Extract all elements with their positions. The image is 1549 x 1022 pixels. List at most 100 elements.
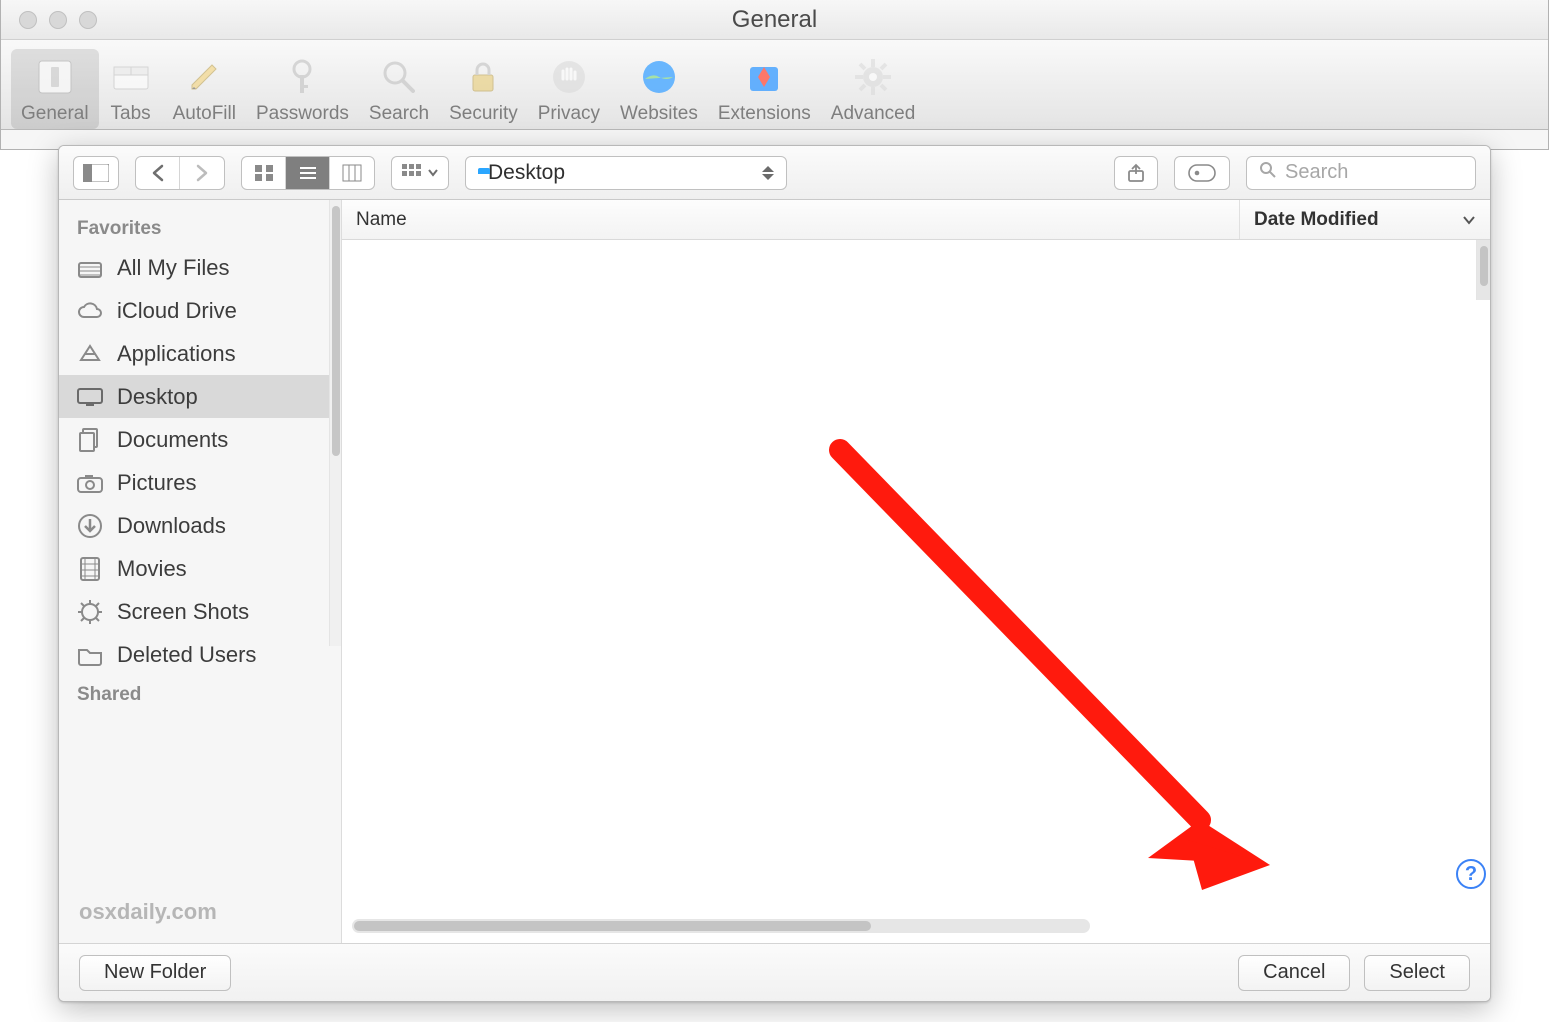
window-title: General	[1, 6, 1548, 34]
sidebar-item-icloud-drive[interactable]: iCloud Drive	[59, 289, 341, 332]
sidebar-item-deleted-users[interactable]: Deleted Users	[59, 633, 341, 676]
search-field[interactable]: Search	[1246, 156, 1476, 190]
prefs-tab-autofill[interactable]: AutoFill	[163, 49, 246, 129]
vertical-scrollbar[interactable]	[1476, 240, 1490, 300]
prefs-tab-label: Advanced	[831, 103, 916, 125]
view-list-button[interactable]	[286, 157, 330, 189]
watermark: osxdaily.com	[59, 885, 341, 943]
film-icon	[75, 554, 105, 584]
documents-icon	[75, 425, 105, 455]
pencil-icon	[182, 55, 226, 99]
sidebar-item-label: Applications	[117, 341, 236, 367]
search-icon	[1259, 161, 1277, 185]
prefs-tab-label: Search	[369, 103, 429, 125]
view-column-button[interactable]	[330, 157, 374, 189]
puzzle-icon	[742, 55, 786, 99]
cloud-icon	[75, 296, 105, 326]
open-panel-body: Favorites All My Files iCloud Drive Appl…	[59, 200, 1490, 943]
gear-icon	[851, 55, 895, 99]
close-window-button[interactable]	[19, 11, 37, 29]
prefs-tab-extensions[interactable]: Extensions	[708, 49, 821, 129]
prefs-tab-search[interactable]: Search	[359, 49, 439, 129]
sidebar-item-label: Pictures	[117, 470, 196, 496]
sidebar-item-label: Downloads	[117, 513, 226, 539]
open-panel: Desktop Search Favorites All My Files	[58, 145, 1491, 1002]
prefs-tab-advanced[interactable]: Advanced	[821, 49, 926, 129]
hand-icon	[547, 55, 591, 99]
prefs-tab-label: AutoFill	[173, 103, 236, 125]
location-popup[interactable]: Desktop	[465, 156, 787, 190]
minimize-window-button[interactable]	[49, 11, 67, 29]
file-list-body[interactable]: ?	[342, 240, 1490, 943]
column-header-label: Date Modified	[1254, 209, 1379, 231]
prefs-tab-label: Security	[449, 103, 518, 125]
sidebar-item-label: Deleted Users	[117, 642, 256, 668]
magnifier-icon	[377, 55, 421, 99]
sidebar-item-label: Documents	[117, 427, 228, 453]
open-panel-footer: New Folder Cancel Select	[59, 943, 1490, 1001]
prefs-tab-privacy[interactable]: Privacy	[528, 49, 610, 129]
sidebar-item-downloads[interactable]: Downloads	[59, 504, 341, 547]
column-header-label: Name	[356, 209, 407, 231]
sidebar-item-desktop[interactable]: Desktop	[59, 375, 341, 418]
sidebar-item-label: iCloud Drive	[117, 298, 237, 324]
sidebar-scrollbar[interactable]	[329, 200, 341, 646]
sidebar-item-label: Screen Shots	[117, 599, 249, 625]
traffic-lights	[1, 11, 97, 29]
nav-back-button[interactable]	[136, 157, 180, 189]
select-button[interactable]: Select	[1364, 955, 1470, 991]
preferences-tabs: General Tabs AutoFill Passwords Search	[1, 40, 1548, 130]
cancel-button[interactable]: Cancel	[1238, 955, 1350, 991]
sidebar-item-pictures[interactable]: Pictures	[59, 461, 341, 504]
columns-header: Name Date Modified	[342, 200, 1490, 240]
view-icon-button[interactable]	[242, 157, 286, 189]
sidebar-item-documents[interactable]: Documents	[59, 418, 341, 461]
sidebar-item-label: Desktop	[117, 384, 198, 410]
horizontal-scrollbar[interactable]	[352, 919, 1090, 933]
prefs-tab-security[interactable]: Security	[439, 49, 528, 129]
globe-icon	[637, 55, 681, 99]
search-placeholder: Search	[1285, 161, 1348, 184]
sidebar-toggle[interactable]	[73, 156, 119, 190]
share-button[interactable]	[1114, 156, 1158, 190]
applications-icon	[75, 339, 105, 369]
sidebar-heading-favorites: Favorites	[59, 210, 341, 246]
gear-folder-icon	[75, 597, 105, 627]
camera-icon	[75, 468, 105, 498]
titlebar: General	[1, 0, 1548, 40]
sidebar-item-movies[interactable]: Movies	[59, 547, 341, 590]
prefs-tab-tabs[interactable]: Tabs	[99, 49, 163, 129]
tags-button[interactable]	[1174, 156, 1230, 190]
new-folder-button[interactable]: New Folder	[79, 955, 231, 991]
column-header-name[interactable]: Name	[342, 200, 1240, 239]
nav-forward-button[interactable]	[180, 157, 224, 189]
download-icon	[75, 511, 105, 541]
general-icon	[33, 55, 77, 99]
prefs-tab-passwords[interactable]: Passwords	[246, 49, 359, 129]
column-header-date-modified[interactable]: Date Modified	[1240, 200, 1490, 239]
folder-icon	[75, 640, 105, 670]
sidebar-item-all-my-files[interactable]: All My Files	[59, 246, 341, 289]
zoom-window-button[interactable]	[79, 11, 97, 29]
prefs-tab-label: Passwords	[256, 103, 349, 125]
chevron-down-icon	[1462, 209, 1476, 231]
all-files-icon	[75, 253, 105, 283]
prefs-tab-websites[interactable]: Websites	[610, 49, 708, 129]
desktop-icon	[75, 382, 105, 412]
sidebar-item-applications[interactable]: Applications	[59, 332, 341, 375]
chevron-down-icon	[428, 164, 438, 182]
group-by-dropdown[interactable]	[391, 156, 449, 190]
open-panel-toolbar: Desktop Search	[59, 146, 1490, 200]
preferences-window: General General Tabs AutoFill Passwords	[0, 0, 1549, 150]
nav-back-forward	[135, 156, 225, 190]
file-list: Name Date Modified ?	[342, 200, 1490, 943]
sidebar-item-label: Movies	[117, 556, 187, 582]
sidebar-heading-shared: Shared	[59, 676, 341, 712]
help-button[interactable]: ?	[1456, 859, 1486, 889]
prefs-tab-label: Tabs	[111, 103, 151, 125]
sidebar-item-screen-shots[interactable]: Screen Shots	[59, 590, 341, 633]
view-mode-switcher	[241, 156, 375, 190]
prefs-tab-label: Privacy	[538, 103, 600, 125]
tabs-icon	[109, 55, 153, 99]
prefs-tab-general[interactable]: General	[11, 49, 99, 129]
